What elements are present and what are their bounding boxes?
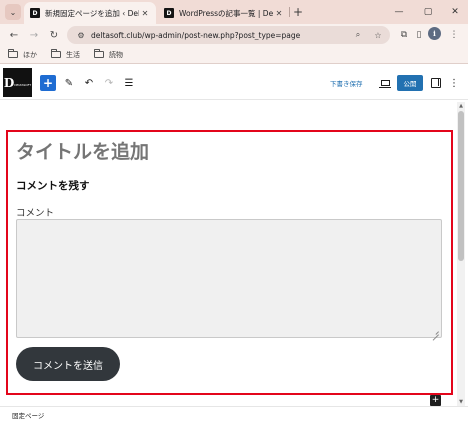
resize-grip-icon[interactable] [433, 329, 439, 335]
bookmark-folder-reading[interactable]: 読物 [94, 49, 123, 60]
editor-footer: 固定ページ [0, 406, 468, 421]
folder-icon [51, 49, 61, 58]
pencil-icon[interactable]: ✎ [61, 75, 77, 91]
logo-letter: D [3, 75, 14, 90]
profile-avatar[interactable]: i [428, 27, 441, 40]
redo-icon[interactable]: ↷ [101, 75, 117, 91]
back-arrow-icon[interactable]: ← [6, 27, 22, 43]
site-favicon-icon: D [164, 8, 174, 18]
reload-icon[interactable]: ↻ [46, 27, 62, 43]
sidebar-icon [431, 78, 441, 88]
tab-title: 新規固定ページを追加 ‹ DeltaSoft [45, 8, 139, 18]
bookmark-star-icon[interactable]: ☆ [370, 31, 386, 40]
canvas-scrollbar[interactable]: ▲ ▼ [457, 102, 465, 406]
site-info-icon[interactable]: ⚙ [73, 31, 89, 40]
url-text[interactable]: deltasoft.club/wp-admin/post-new.php?pos… [89, 31, 350, 40]
publish-button[interactable]: 公開 [397, 75, 423, 91]
preview-button[interactable] [377, 75, 393, 91]
tab-title: WordPressの記事一覧 | DeltaSo [179, 8, 273, 18]
bookmark-label: 読物 [109, 50, 123, 59]
comment-field-label: コメント [16, 208, 55, 219]
block-inserter-button[interactable]: + [40, 75, 56, 91]
folder-icon [8, 49, 18, 58]
bookmarks-bar: ほか 生活 読物 [0, 46, 468, 64]
maximize-icon[interactable]: ▢ [419, 3, 437, 21]
site-favicon-icon: D [30, 8, 40, 18]
new-tab-button[interactable]: + [290, 4, 306, 20]
laptop-icon [378, 80, 391, 88]
minimize-icon[interactable]: — [390, 3, 408, 21]
browser-toolbar: ← → ↻ ⚙ deltasoft.club/wp-admin/post-new… [0, 24, 468, 46]
zoom-icon[interactable]: ⌕ [350, 30, 366, 40]
forward-arrow-icon[interactable]: → [26, 27, 42, 43]
undo-icon[interactable]: ↶ [81, 75, 97, 91]
save-draft-button[interactable]: 下書き保存 [330, 78, 363, 88]
bookmark-label: ほか [23, 50, 37, 59]
bookmark-label: 生活 [66, 50, 80, 59]
document-overview-icon[interactable]: ☰ [121, 75, 137, 91]
submit-comment-button[interactable]: コメントを送信 [16, 347, 120, 381]
logo-small-text: DELTASOFT [14, 83, 32, 87]
bookmark-folder-other[interactable]: ほか [8, 49, 37, 60]
close-window-icon[interactable]: ✕ [446, 3, 464, 21]
extensions-icon[interactable]: ⧉ [396, 27, 412, 43]
browser-menu-icon[interactable]: ⋮ [446, 27, 462, 43]
close-tab-icon[interactable]: ✕ [273, 9, 285, 18]
comment-section-heading: コメントを残す [16, 180, 90, 192]
page-title-input[interactable]: タイトルを追加 [16, 137, 149, 164]
address-bar[interactable]: ⚙ deltasoft.club/wp-admin/post-new.php?p… [67, 26, 390, 44]
scroll-up-icon[interactable]: ▲ [457, 102, 465, 110]
comment-textarea[interactable] [16, 219, 442, 338]
bookmark-folder-life[interactable]: 生活 [51, 49, 80, 60]
close-tab-icon[interactable]: ✕ [139, 9, 151, 18]
breadcrumb[interactable]: 固定ページ [12, 410, 44, 420]
tab-list-button[interactable]: ⌄ [5, 4, 21, 20]
site-logo[interactable]: D DELTASOFT [3, 68, 32, 97]
options-menu-icon[interactable]: ⋮ [448, 75, 460, 91]
settings-panel-button[interactable] [428, 75, 444, 91]
add-block-icon[interactable]: + [430, 395, 441, 406]
side-panel-icon[interactable]: ▯ [411, 27, 427, 43]
tab-new-page[interactable]: D 新規固定ページを追加 ‹ DeltaSoft ✕ [24, 2, 156, 24]
browser-tab-bar: ⌄ D 新規固定ページを追加 ‹ DeltaSoft ✕ D WordPress… [0, 0, 468, 24]
scroll-down-icon[interactable]: ▼ [457, 398, 465, 406]
tab-posts-list[interactable]: D WordPressの記事一覧 | DeltaSo ✕ [158, 2, 290, 24]
folder-icon [94, 49, 104, 58]
scroll-thumb[interactable] [458, 111, 464, 261]
